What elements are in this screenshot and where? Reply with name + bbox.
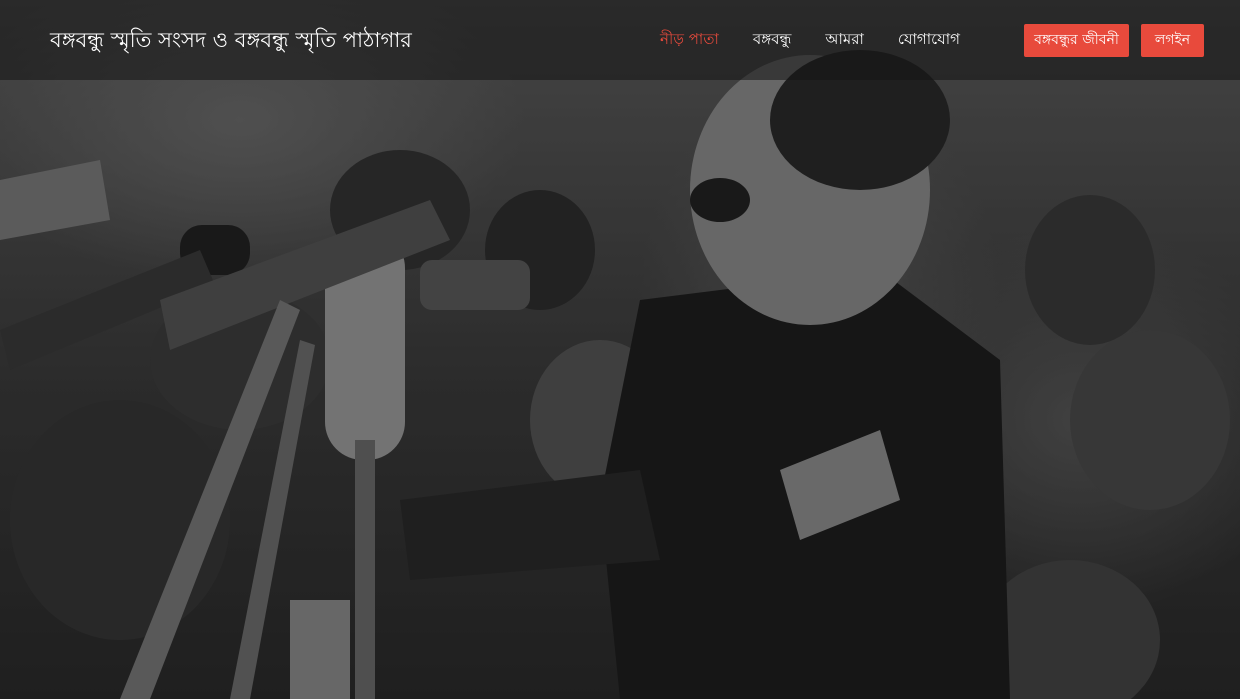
top-navbar: বঙ্গবন্ধু স্মৃতি সংসদ ও বঙ্গবন্ধু স্মৃতি… xyxy=(0,0,1240,80)
nav-item-contact[interactable]: যোগাযোগ xyxy=(898,28,960,53)
main-nav: নীড় পাতা বঙ্গবন্ধু আমরা যোগাযোগ xyxy=(660,28,960,53)
login-button[interactable]: লগইন xyxy=(1141,24,1204,57)
hero-photo-illustration xyxy=(0,0,1240,699)
biography-button[interactable]: বঙ্গবন্ধুর জীবনী xyxy=(1024,24,1129,57)
site-brand-title[interactable]: বঙ্গবন্ধু স্মৃতি সংসদ ও বঙ্গবন্ধু স্মৃতি… xyxy=(50,24,412,59)
nav-item-home[interactable]: নীড় পাতা xyxy=(660,28,719,53)
hero-photo xyxy=(0,0,1240,699)
nav-item-about-us[interactable]: আমরা xyxy=(825,28,863,53)
nav-item-bangabandhu[interactable]: বঙ্গবন্ধু xyxy=(753,28,792,53)
